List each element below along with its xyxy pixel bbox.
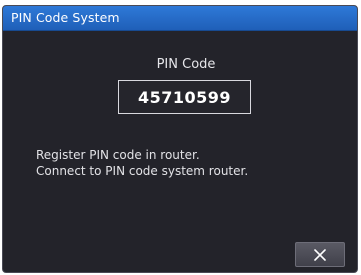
instruction-line-2: Connect to PIN code system router. [36, 164, 249, 178]
pin-code-dialog: PIN Code System PIN Code 45710599 Regist… [2, 5, 358, 273]
dialog-title: PIN Code System [11, 10, 120, 25]
title-bar: PIN Code System [3, 6, 357, 31]
close-button[interactable] [295, 242, 345, 267]
instructions: Register PIN code in router. Connect to … [36, 147, 248, 179]
pin-code-label: PIN Code [156, 57, 216, 72]
pin-code-box: 45710599 [118, 80, 251, 114]
pin-code-value: 45710599 [137, 87, 232, 107]
close-icon [314, 248, 326, 261]
instruction-line-1: Register PIN code in router. [36, 148, 200, 162]
